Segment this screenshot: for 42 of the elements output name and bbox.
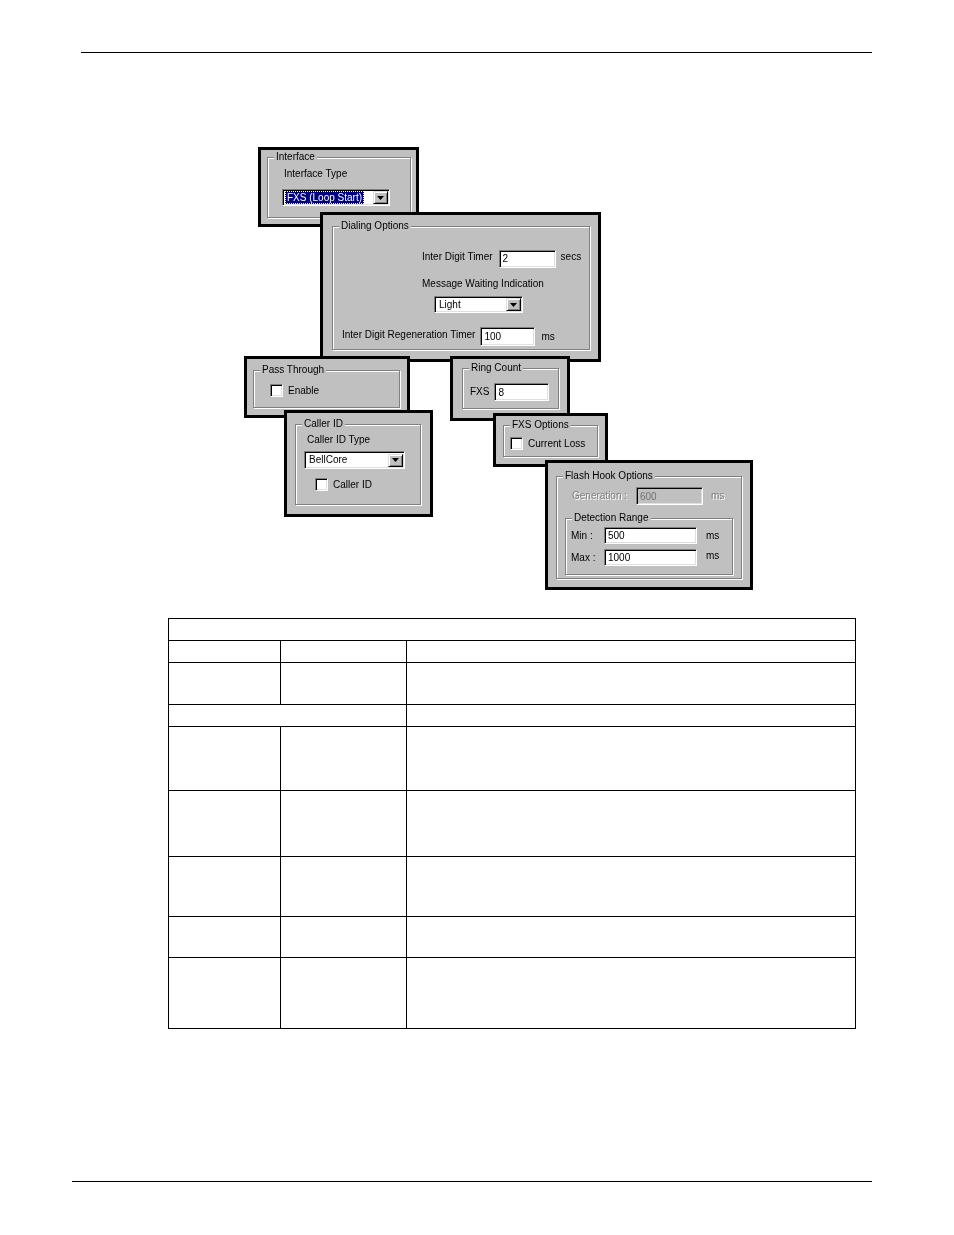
group-title: FXS Options — [510, 419, 571, 431]
group-title: Interface — [274, 151, 317, 163]
unit-label: ms — [706, 549, 720, 562]
text-field[interactable]: 8 — [494, 383, 550, 401]
field-label: Inter Digit Regeneration Timer — [342, 329, 476, 341]
text-field[interactable]: 500 — [604, 527, 697, 544]
field-label: Min : — [571, 529, 594, 542]
dropdown[interactable]: Light — [434, 296, 523, 313]
field-label: Max : — [571, 551, 597, 564]
checkbox-label: Caller ID — [333, 478, 372, 491]
checkbox[interactable] — [510, 437, 523, 450]
unit-label: ms — [706, 529, 720, 542]
group-title: Detection Range — [572, 512, 651, 524]
group-title: Flash Hook Options — [563, 470, 655, 482]
field-label: FXS — [470, 386, 490, 398]
field-label: Inter Digit Timer — [422, 251, 493, 263]
group-title: Dialing Options — [339, 220, 411, 232]
field-label: Interface Type — [284, 168, 348, 180]
group-title: Ring Count — [469, 362, 524, 374]
text-field[interactable]: 2 — [498, 249, 556, 268]
dropdown[interactable]: FXS (Loop Start) — [282, 189, 390, 206]
dropdown[interactable]: BellCore — [304, 451, 405, 469]
group-title: Pass Through — [260, 364, 327, 376]
field-label: Generation : — [572, 490, 629, 502]
checkbox-label: Enable — [288, 384, 320, 397]
dropdown-button[interactable] — [373, 191, 388, 204]
caret-down-icon — [377, 195, 384, 200]
caret-down-icon — [510, 302, 517, 307]
text-field[interactable]: 1000 — [604, 549, 697, 566]
unit-label: ms — [711, 490, 725, 502]
dropdown-button[interactable] — [388, 453, 403, 467]
checkbox-label: Current Loss — [528, 437, 586, 450]
caret-down-icon — [392, 458, 399, 462]
group-title: Caller ID — [302, 418, 345, 430]
checkbox[interactable] — [315, 478, 328, 491]
unit-label: ms — [541, 330, 555, 343]
dropdown-button[interactable] — [506, 298, 521, 311]
field-label: Message Waiting Indication — [422, 278, 544, 290]
unit-label: secs — [560, 251, 582, 263]
checkbox[interactable] — [270, 384, 283, 397]
field-label: Caller ID Type — [307, 434, 371, 446]
text-field[interactable]: 100 — [480, 327, 536, 346]
